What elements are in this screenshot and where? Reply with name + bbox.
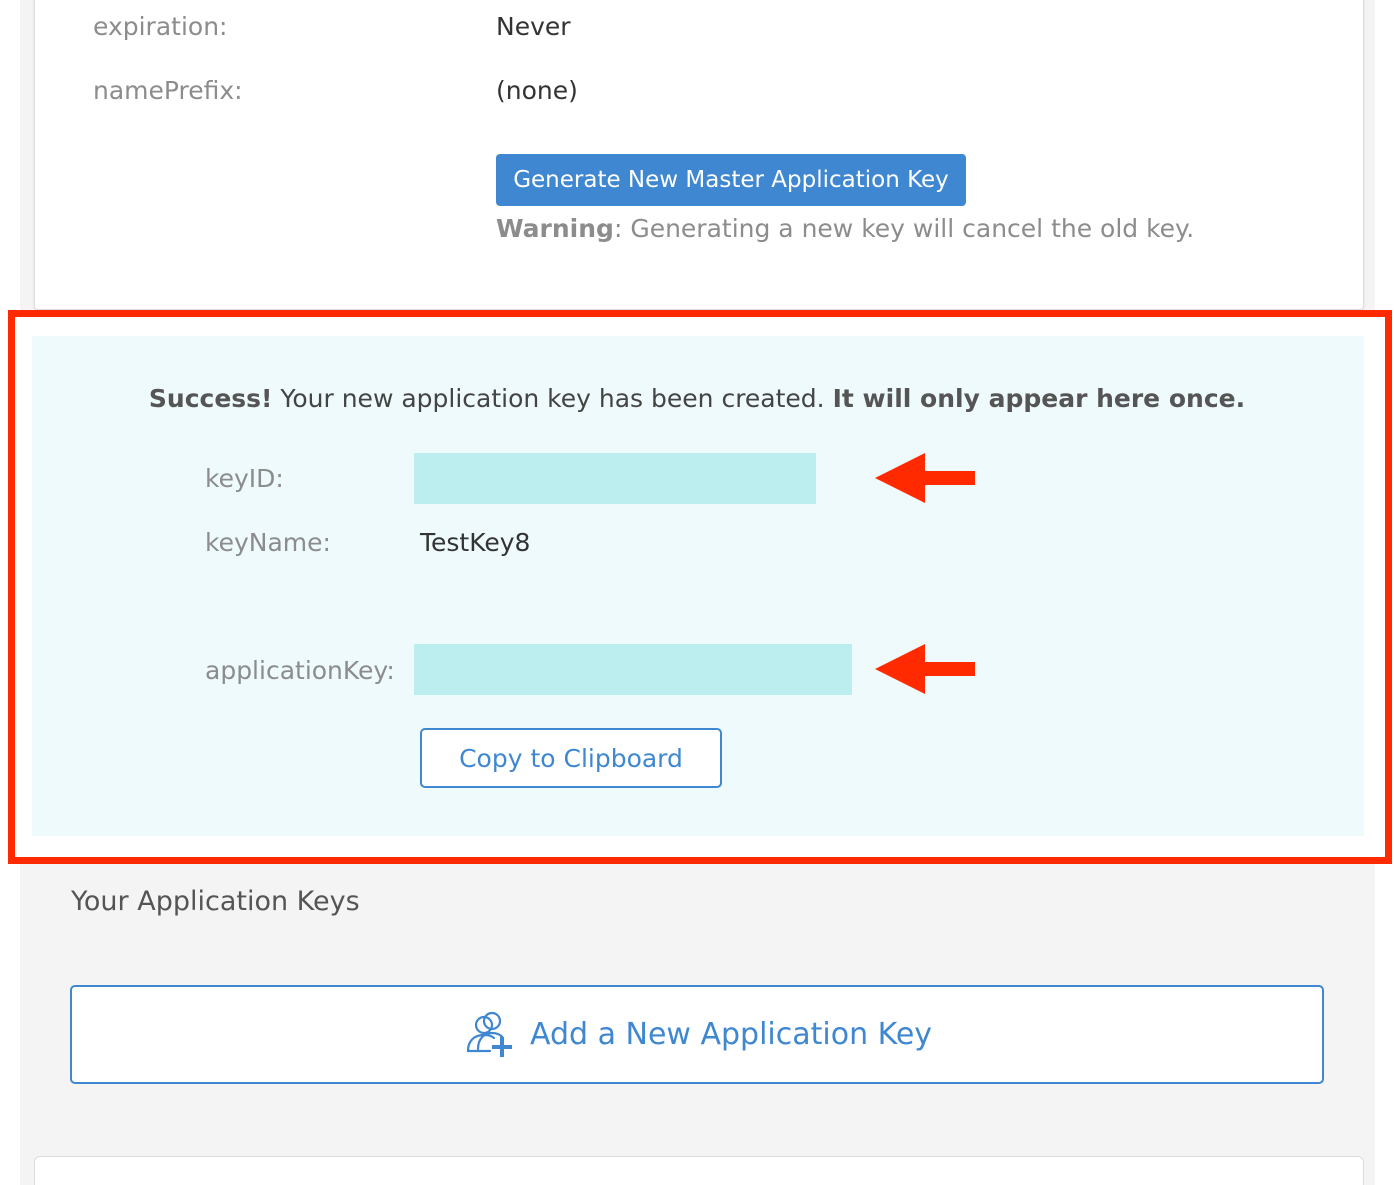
success-once-notice: It will only appear here once. [832,384,1246,413]
warning-strong: Warning [496,214,614,243]
arrow-left-icon [875,453,975,503]
add-user-icon [466,1011,512,1057]
success-message: Success! Your new application key has be… [0,384,1394,413]
name-prefix-label: namePrefix: [93,76,243,105]
generate-master-key-button[interactable]: Generate New Master Application Key [496,154,966,206]
add-application-key-button[interactable]: Add a New Application Key [70,985,1324,1084]
success-strong: Success! [148,384,273,413]
expiration-label: expiration: [93,12,228,41]
application-keys-title: Your Application Keys [71,886,360,917]
key-id-value-redacted [414,453,816,504]
warning-text: Warning: Generating a new key will cance… [496,214,1194,243]
key-name-label: keyName: [205,528,331,557]
application-key-label: applicationKey: [205,656,395,685]
application-key-value-redacted [414,644,852,695]
key-name-value: TestKey8 [420,528,531,557]
success-text: Your new application key has been create… [272,384,833,413]
copy-to-clipboard-button[interactable]: Copy to Clipboard [420,728,722,788]
add-application-key-label: Add a New Application Key [529,1017,933,1052]
arrow-left-icon [875,644,975,694]
warning-message: : Generating a new key will cancel the o… [613,214,1195,243]
page: expiration: Never namePrefix: (none) Gen… [0,0,1394,1185]
name-prefix-value: (none) [496,76,578,105]
expiration-value: Never [496,12,571,41]
next-card [34,1156,1364,1185]
key-id-label: keyID: [205,464,284,493]
